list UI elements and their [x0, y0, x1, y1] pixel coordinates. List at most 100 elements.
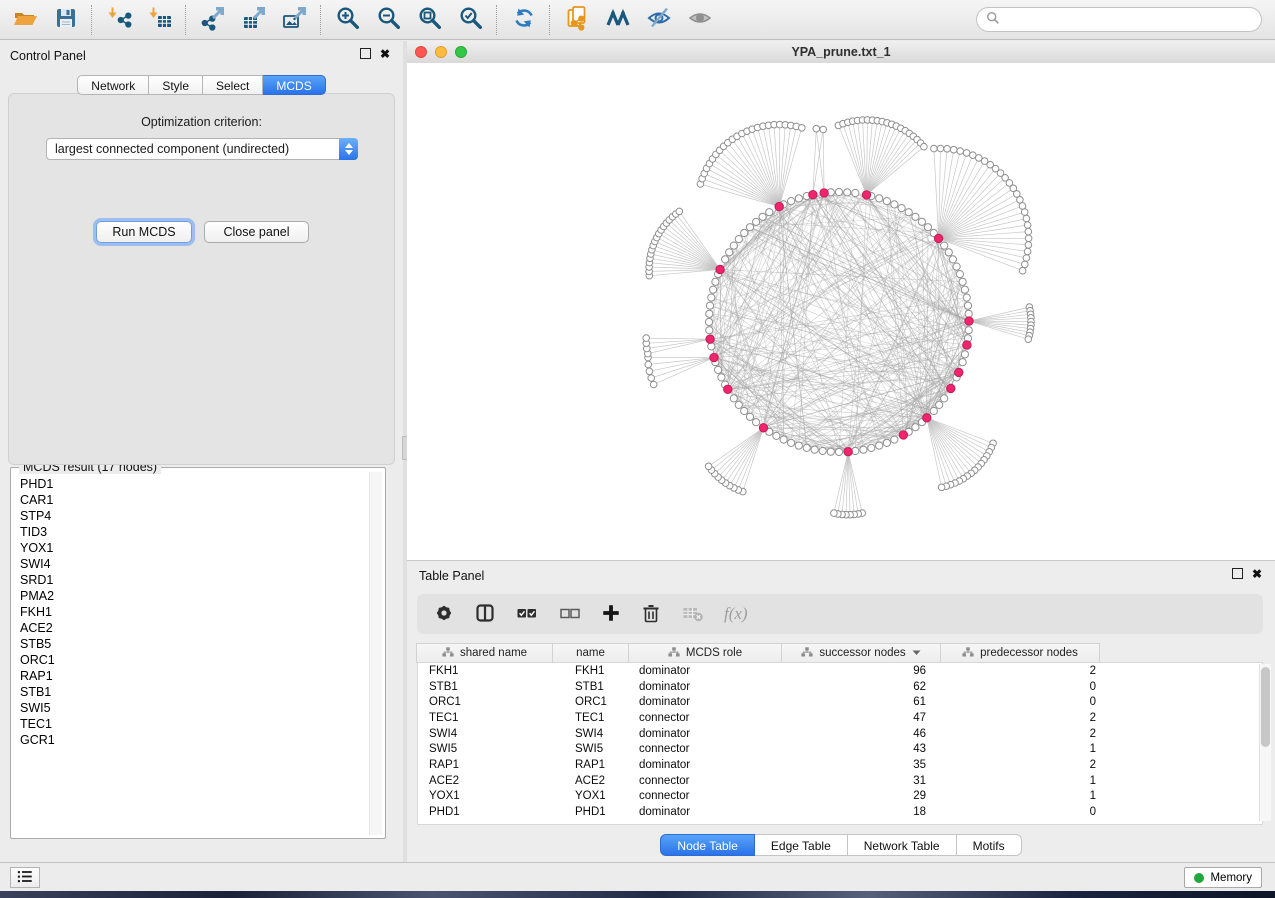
- table-row[interactable]: SWI5SWI5connector431: [418, 741, 1262, 757]
- result-node-item[interactable]: RAP1: [14, 668, 369, 684]
- result-node-item[interactable]: ORC1: [14, 652, 369, 668]
- column-header-name[interactable]: name: [552, 643, 629, 663]
- column-header-MCDS-role[interactable]: MCDS role: [628, 643, 782, 663]
- mcds-result-list[interactable]: PHD1CAR1STP4TID3YOX1SWI4SRD1PMA2FKH1ACE2…: [14, 476, 369, 835]
- tab-motifs[interactable]: Motifs: [957, 834, 1022, 856]
- zoom-in-button[interactable]: [327, 3, 368, 37]
- tab-edge-table[interactable]: Edge Table: [755, 834, 848, 856]
- result-node-item[interactable]: SRD1: [14, 572, 369, 588]
- open-file-icon: [12, 5, 38, 34]
- memory-button[interactable]: Memory: [1184, 867, 1262, 888]
- result-node-item[interactable]: PHD1: [14, 476, 369, 492]
- result-node-item[interactable]: TID3: [14, 524, 369, 540]
- table-row[interactable]: ORC1ORC1dominator610: [418, 694, 1262, 710]
- run-mcds-button[interactable]: Run MCDS: [96, 221, 192, 243]
- result-node-item[interactable]: STB5: [14, 636, 369, 652]
- export-table-button[interactable]: [233, 3, 274, 37]
- cell-predecessor-nodes: 1: [946, 743, 1106, 755]
- zoom-selected-icon: [458, 5, 484, 34]
- table-row[interactable]: YOX1YOX1connector291: [418, 789, 1262, 805]
- result-node-item[interactable]: YOX1: [14, 540, 369, 556]
- cell-name: FKH1: [555, 665, 632, 677]
- result-node-item[interactable]: CAR1: [14, 492, 369, 508]
- create-column-button[interactable]: [601, 601, 621, 627]
- tab-select[interactable]: Select: [203, 75, 263, 95]
- tab-style[interactable]: Style: [149, 75, 203, 95]
- mcds-result-scrollbar[interactable]: [369, 472, 382, 835]
- tab-network[interactable]: Network: [77, 75, 149, 95]
- float-panel-icon[interactable]: [360, 48, 371, 59]
- show-columns-button[interactable]: [474, 601, 496, 627]
- table-row[interactable]: RAP1RAP1dominator352: [418, 757, 1262, 773]
- export-network-button[interactable]: [192, 3, 233, 37]
- import-network-button[interactable]: [98, 3, 139, 37]
- table-row[interactable]: FKH1FKH1dominator962: [418, 663, 1262, 679]
- save-session-icon: [53, 5, 79, 34]
- network-graph[interactable]: [407, 63, 1275, 560]
- toolbar-separator: [496, 5, 498, 35]
- find-binoculars-button[interactable]: [597, 3, 638, 37]
- tab-mcds[interactable]: MCDS: [263, 75, 325, 95]
- zoom-out-button[interactable]: [368, 3, 409, 37]
- float-table-panel-icon[interactable]: [1232, 568, 1243, 579]
- table-row[interactable]: TEC1TEC1connector472: [418, 710, 1262, 726]
- task-history-button[interactable]: [10, 867, 40, 888]
- sort-desc-icon: [912, 647, 921, 659]
- search-icon: [986, 11, 1000, 28]
- cell-MCDS-role: dominator: [632, 728, 786, 740]
- cell-successor-nodes: 46: [786, 728, 946, 740]
- column-header-shared-name[interactable]: shared name: [416, 643, 553, 663]
- network-canvas[interactable]: [407, 63, 1275, 560]
- column-header-successor-nodes[interactable]: successor nodes: [781, 643, 941, 663]
- result-node-item[interactable]: TEC1: [14, 716, 369, 732]
- tab-label: MCDS: [276, 79, 311, 93]
- cell-predecessor-nodes: 1: [946, 775, 1106, 787]
- result-node-item[interactable]: SWI4: [14, 556, 369, 572]
- apply-layout-refresh-button[interactable]: [503, 3, 544, 37]
- criterion-select[interactable]: largest connected component (undirected): [46, 138, 358, 160]
- column-label: MCDS role: [686, 647, 742, 659]
- save-session-button[interactable]: [45, 3, 86, 37]
- close-table-panel-icon[interactable]: ✖: [1252, 569, 1262, 579]
- deselect-all-button[interactable]: [558, 601, 582, 627]
- column-header-predecessor-nodes[interactable]: predecessor nodes: [940, 643, 1100, 663]
- result-node-item[interactable]: STP4: [14, 508, 369, 524]
- tab-label: Motifs: [973, 839, 1005, 853]
- zoom-fit-button[interactable]: [409, 3, 450, 37]
- result-node-item[interactable]: GCR1: [14, 732, 369, 748]
- table-scrollbar[interactable]: [1259, 664, 1271, 821]
- table-row[interactable]: ACE2ACE2connector311: [418, 773, 1262, 789]
- tab-node-table[interactable]: Node Table: [660, 834, 755, 856]
- show-all-button[interactable]: [679, 3, 720, 37]
- delete-columns-button[interactable]: [640, 601, 662, 627]
- table-row[interactable]: PHD1PHD1dominator180: [418, 804, 1262, 820]
- tab-network-table[interactable]: Network Table: [848, 834, 957, 856]
- result-node-item[interactable]: PMA2: [14, 588, 369, 604]
- cell-name: RAP1: [555, 759, 632, 771]
- export-image-button[interactable]: [274, 3, 315, 37]
- search-input[interactable]: [1005, 12, 1261, 28]
- result-node-item[interactable]: SWI5: [14, 700, 369, 716]
- table-row[interactable]: STB1STB1dominator620: [418, 679, 1262, 695]
- node-table-body[interactable]: FKH1FKH1dominator962STB1STB1dominator620…: [417, 662, 1263, 825]
- settings-gear-button[interactable]: [433, 601, 455, 627]
- new-network-from-selection-button[interactable]: [556, 3, 597, 37]
- import-table-button[interactable]: [139, 3, 180, 37]
- cell-name: SWI4: [555, 728, 632, 740]
- memory-status-icon: [1194, 873, 1204, 883]
- select-all-button[interactable]: [515, 601, 539, 627]
- table-row[interactable]: SWI4SWI4dominator462: [418, 726, 1262, 742]
- delete-columns-icon: [640, 602, 662, 627]
- delete-table-icon: [681, 602, 705, 627]
- cell-MCDS-role: dominator: [632, 665, 786, 677]
- function-builder-button: f(x): [724, 601, 748, 627]
- result-node-item[interactable]: FKH1: [14, 604, 369, 620]
- close-panel-icon[interactable]: ✖: [380, 49, 390, 59]
- table-scrollbar-thumb[interactable]: [1261, 667, 1270, 747]
- result-node-item[interactable]: ACE2: [14, 620, 369, 636]
- close-panel-button[interactable]: Close panel: [204, 221, 309, 243]
- zoom-selected-button[interactable]: [450, 3, 491, 37]
- result-node-item[interactable]: STB1: [14, 684, 369, 700]
- open-file-button[interactable]: [4, 3, 45, 37]
- hide-selected-button[interactable]: [638, 3, 679, 37]
